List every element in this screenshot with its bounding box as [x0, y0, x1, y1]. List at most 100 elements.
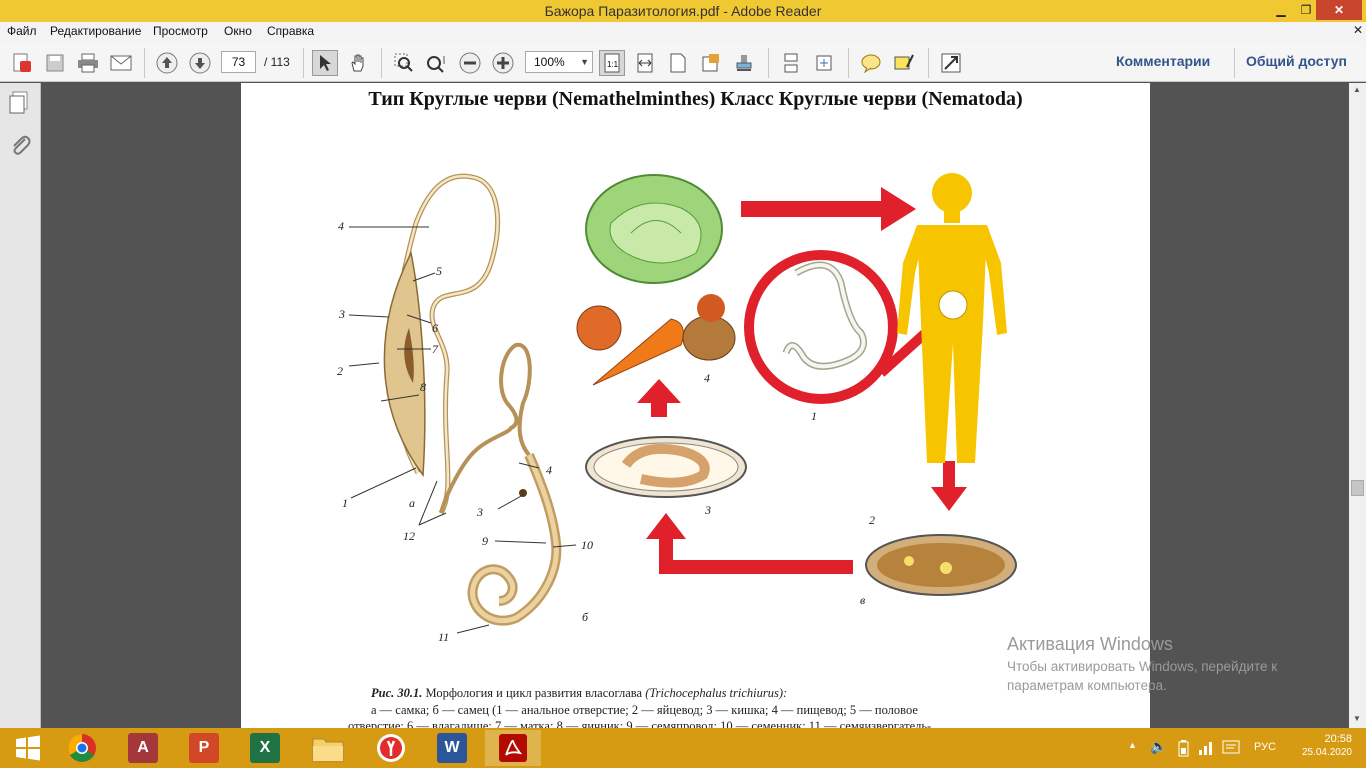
page-view-icon[interactable] [778, 50, 804, 76]
rotate-view-icon[interactable] [811, 50, 837, 76]
menu-file[interactable]: Файл [7, 24, 37, 38]
zoom-out-icon[interactable] [457, 50, 483, 76]
scroll-up-icon[interactable]: ▲ [1353, 85, 1361, 94]
yandex-browser-icon [377, 734, 405, 762]
folder-icon [312, 738, 344, 762]
highlight-icon[interactable] [891, 50, 917, 76]
previous-page-icon[interactable] [154, 50, 180, 76]
next-page-icon[interactable] [187, 50, 213, 76]
battery-icon[interactable] [1178, 739, 1190, 757]
tray-expand-icon[interactable]: ▲ [1128, 740, 1137, 750]
fit-width-icon[interactable] [632, 50, 658, 76]
taskbar-excel[interactable]: X [237, 730, 293, 766]
fig-label-female-3: 3 [339, 307, 345, 321]
page-thumbnails-icon[interactable] [8, 91, 32, 120]
fig-label-female-2: 2 [337, 364, 343, 378]
menu-help[interactable]: Справка [267, 24, 314, 38]
fig-label-cycle-2: 2 [869, 513, 875, 527]
close-document-icon[interactable]: ✕ [1353, 23, 1363, 37]
male-worm-drawing [439, 342, 562, 626]
tray-clock[interactable]: 20:58 25.04.2020 [1292, 733, 1352, 758]
taskbar-file-explorer[interactable] [300, 730, 356, 766]
actual-size-icon[interactable]: 1:1 [599, 50, 625, 76]
fig-label-male-9: 9 [482, 534, 488, 548]
caption-latin-name: (Trichocephalus trichiurus): [645, 686, 788, 700]
egg-with-larva [585, 436, 747, 498]
zoom-value: 100% [534, 55, 565, 69]
fig-label-v: в [860, 593, 866, 607]
taskbar-chrome[interactable] [54, 730, 110, 766]
cabbage-drawing [585, 174, 723, 284]
start-button[interactable] [0, 730, 56, 766]
window-titlebar: Бажора Паразитология.pdf - Adobe Reader … [0, 0, 1366, 22]
stamp-icon[interactable] [731, 50, 757, 76]
taskbar-powerpoint[interactable]: P [176, 730, 232, 766]
hand-tool-icon[interactable] [345, 50, 371, 76]
fig-label-male-3: 3 [477, 505, 483, 519]
caption-title: Морфология и цикл развития власоглава [422, 686, 646, 700]
fig-label-female-1: 1 [342, 496, 348, 510]
navigation-pane [0, 83, 41, 728]
network-signal-icon[interactable] [1198, 739, 1216, 755]
save-icon[interactable] [42, 50, 68, 76]
powerpoint-icon: P [189, 733, 219, 763]
taskbar-word[interactable]: W [424, 730, 480, 766]
action-center-icon[interactable] [1222, 739, 1240, 755]
human-figure [897, 173, 1007, 463]
taskbar-adobe-reader[interactable] [485, 730, 541, 766]
figure-illustration [348, 173, 1017, 634]
windows-activation-watermark: Активация Windows Чтобы активировать Win… [1007, 634, 1337, 693]
zoom-select[interactable]: 100% ▼ [525, 51, 593, 73]
figure-leader-lines [348, 226, 577, 634]
zoom-in-icon[interactable] [490, 50, 516, 76]
volume-icon[interactable]: 🔈 [1150, 738, 1167, 755]
minimize-button[interactable]: ▁ [1266, 0, 1296, 20]
scroll-down-icon[interactable]: ▼ [1353, 714, 1361, 723]
dynamic-zoom-icon[interactable] [424, 50, 450, 76]
fig-label-cycle-1: 1 [811, 409, 817, 423]
fig-label-female-5: 5 [436, 264, 442, 278]
word-icon: W [437, 733, 467, 763]
email-icon[interactable] [108, 50, 134, 76]
vertical-scrollbar[interactable]: ▲ ▼ [1349, 83, 1366, 728]
chevron-down-icon[interactable]: ▼ [580, 52, 589, 72]
menu-edit[interactable]: Редактирование [50, 24, 141, 38]
svg-text:1:1: 1:1 [607, 60, 619, 69]
taskbar-access[interactable]: A [115, 730, 171, 766]
fig-label-female-4: 4 [338, 219, 344, 233]
figure-caption-line2: а — самка; б — самец (1 — анальное отвер… [371, 703, 918, 717]
chrome-icon [68, 734, 96, 762]
comment-icon[interactable] [858, 50, 884, 76]
fullscreen-icon[interactable] [938, 50, 964, 76]
window-title: Бажора Паразитология.pdf - Adobe Reader [544, 3, 822, 19]
access-icon: A [128, 733, 158, 763]
close-button[interactable]: ✕ [1316, 0, 1362, 20]
attachments-icon[interactable] [8, 133, 32, 162]
share-button[interactable]: Общий доступ [1246, 53, 1347, 69]
restore-button[interactable]: ❐ [1296, 0, 1316, 20]
menu-window[interactable]: Окно [224, 24, 252, 38]
clock-date: 25.04.2020 [1301, 747, 1352, 758]
fit-page-icon[interactable] [665, 50, 691, 76]
create-pdf-icon[interactable] [9, 50, 35, 76]
fig-label-female-8: 8 [420, 380, 426, 394]
clock-time: 20:58 [1324, 733, 1352, 745]
egg-unembryonated [865, 534, 1017, 596]
comments-button[interactable]: Комментарии [1116, 53, 1210, 69]
watermark-line1: Чтобы активировать Windows, перейдите к [1007, 659, 1278, 674]
print-icon[interactable] [75, 50, 101, 76]
marquee-zoom-icon[interactable] [391, 50, 417, 76]
menu-bar: Файл Редактирование Просмотр Окно Справк… [0, 22, 1366, 42]
keyboard-language[interactable]: РУС [1254, 741, 1276, 753]
scrollbar-thumb[interactable] [1351, 480, 1364, 496]
watermark-line2: параметрам компьютера. [1007, 678, 1167, 693]
fig-label-cycle-3: 3 [705, 503, 711, 517]
select-tool-icon[interactable] [312, 50, 338, 76]
page-number-input[interactable]: 73 [221, 51, 256, 73]
figure-caption-line3: отверстие; 6 — влагалище; 7 — матка; 8 —… [348, 719, 932, 728]
watermark-title: Активация Windows [1007, 634, 1173, 654]
export-icon[interactable] [698, 50, 724, 76]
menu-view[interactable]: Просмотр [153, 24, 208, 38]
taskbar-yandex[interactable] [363, 730, 419, 766]
excel-icon: X [250, 733, 280, 763]
